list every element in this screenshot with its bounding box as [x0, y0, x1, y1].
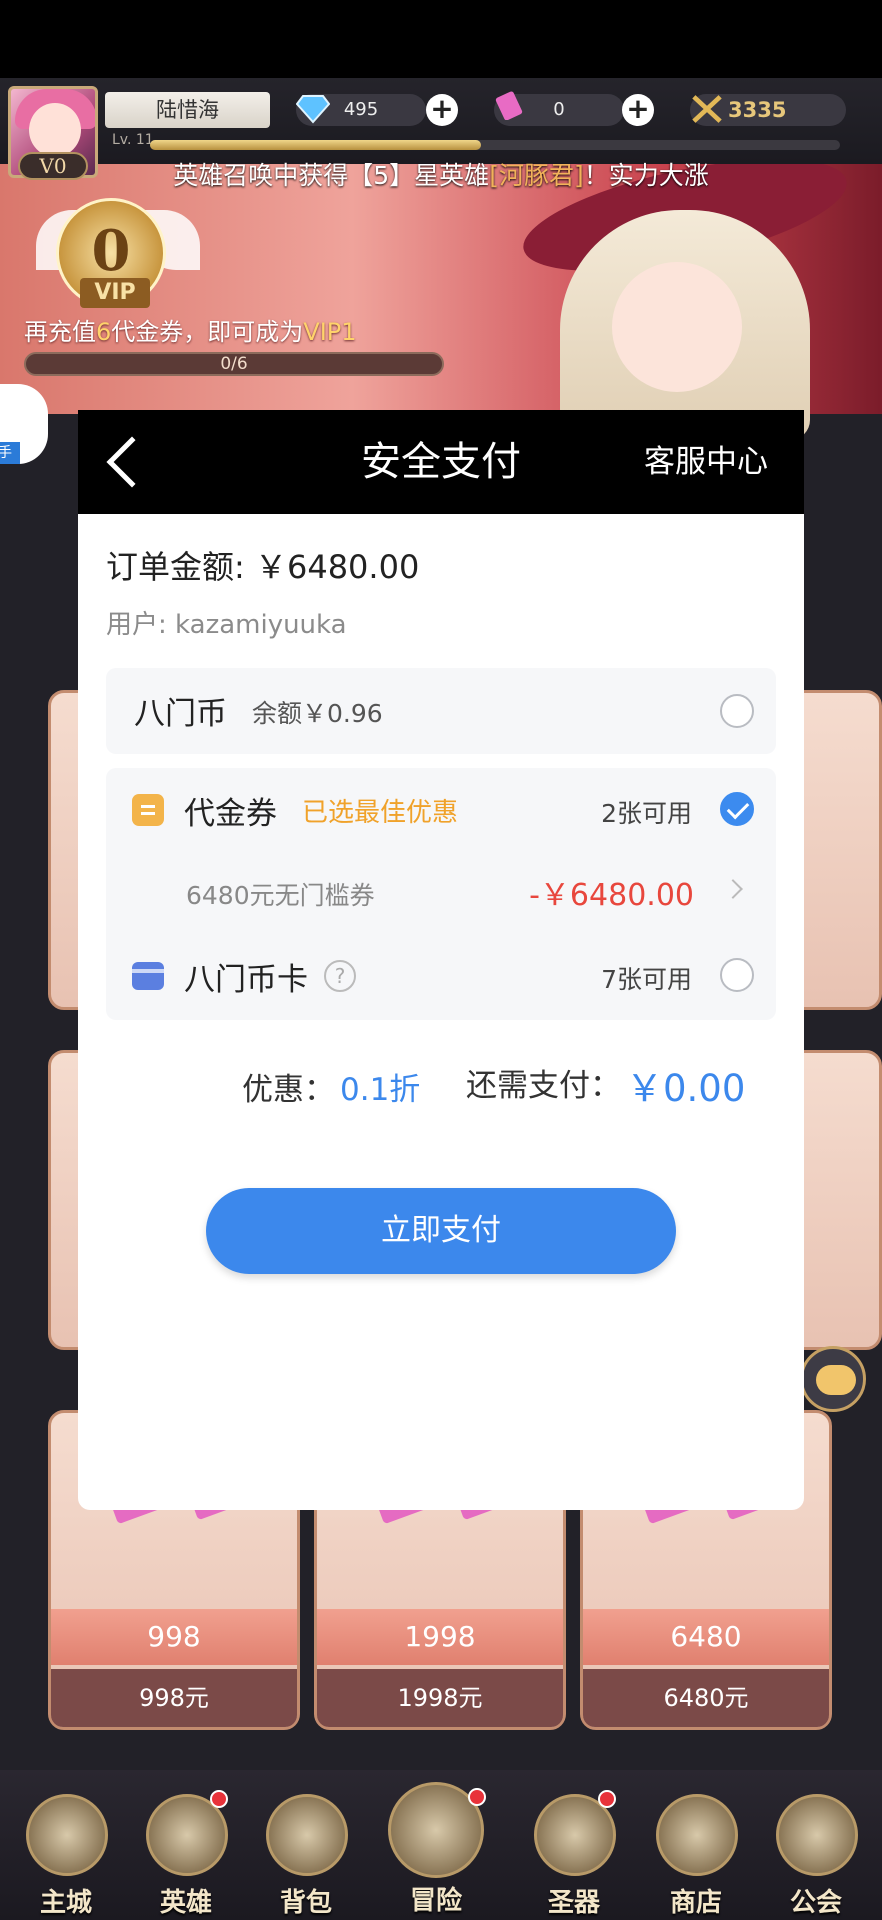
user-label: 用户: [106, 610, 167, 640]
nav-label: 公会 [789, 1888, 842, 1918]
payment-modal: 安全支付 客服中心 订单金额: ￥6480.00 用户: kazamiyuuka… [78, 410, 804, 1510]
shop-card-tickets: 6480 [583, 1609, 829, 1665]
order-amount-value: ￥6480.00 [254, 548, 420, 586]
bamen-card-radio[interactable] [720, 958, 754, 992]
guild-shield-icon [776, 1794, 858, 1876]
shop-card-price: 998元 [51, 1669, 297, 1727]
bamen-coin-option[interactable]: 八门币 余额￥0.96 [106, 668, 776, 754]
shop-card-price: 6480元 [583, 1669, 829, 1727]
voucher-available: 2张可用 [601, 799, 692, 828]
order-amount-label: 订单金额: [106, 548, 245, 586]
notification-dot [210, 1790, 228, 1808]
vip-label: VIP [80, 278, 150, 308]
player-name: 陆惜海 [105, 92, 270, 128]
notification-dot [468, 1788, 486, 1806]
bamen-coin-radio[interactable] [720, 694, 754, 728]
assistant-badge[interactable]: 手 [0, 384, 48, 464]
help-icon[interactable]: ? [324, 960, 356, 992]
announcement-ticker: 英雄召唤中获得【5】星英雄[河豚君]！实力大涨 [0, 156, 882, 192]
voucher-item-name[interactable]: 6480元无门槛券 [186, 876, 375, 912]
payment-header: 安全支付 客服中心 [78, 410, 804, 514]
exp-bar-fill [150, 140, 482, 150]
scale-icon [656, 1794, 738, 1876]
recharge-target: VIP1 [303, 318, 357, 346]
shop-card-tickets: 998 [51, 1609, 297, 1665]
user-info: 用户: kazamiyuuka [106, 604, 347, 641]
card-icon [132, 962, 164, 990]
nav-item-guild[interactable]: 公会 [766, 1782, 866, 1920]
assistant-badge-label: 手 [0, 442, 20, 464]
crossed-swords-icon [692, 95, 722, 123]
nav-label: 英雄 [159, 1888, 212, 1918]
customer-service-link[interactable]: 客服中心 [644, 410, 768, 514]
voucher-item-amount: -￥6480.00 [529, 878, 694, 913]
bamen-card-available: 7张可用 [601, 965, 692, 994]
exp-bar [150, 140, 840, 150]
nav-item-heroes[interactable]: 英雄 [136, 1782, 236, 1920]
remain-value: ￥0.00 [626, 1067, 746, 1110]
bamen-card-label: 八门币卡 [184, 962, 308, 998]
status-bar [0, 0, 882, 78]
nav-label: 冒险 [409, 1886, 462, 1916]
remain-label: 还需支付： [466, 1068, 621, 1104]
nav-label: 主城 [39, 1888, 92, 1918]
ticket-icon [495, 91, 523, 120]
backpack-icon [266, 1794, 348, 1876]
nav-item-adventure[interactable]: 冒险 [386, 1770, 486, 1916]
nav-item-main-city[interactable]: 主城 [16, 1782, 116, 1920]
discount-value: 0.1折 [340, 1072, 421, 1108]
recharge-mid: 代金券，即可成为 [111, 318, 304, 346]
nav-label: 背包 [279, 1888, 332, 1918]
avatar-face [29, 103, 81, 157]
bamen-coin-balance: 余额￥0.96 [252, 699, 383, 728]
hero-face-illustration [612, 262, 742, 392]
nav-item-artifact[interactable]: 圣器 [524, 1782, 624, 1920]
shop-card-tickets: 1998 [317, 1609, 563, 1665]
user-name: kazamiyuuka [175, 610, 347, 640]
chat-bubble-icon [816, 1365, 856, 1395]
player-level: Lv. 11 [112, 132, 154, 148]
chevron-right-icon[interactable] [723, 879, 743, 899]
ticker-hero: [河豚君] [489, 161, 584, 190]
voucher-panel: 代金券 已选最佳优惠 2张可用 6480元无门槛券 -￥6480.00 八门币卡… [106, 768, 776, 1020]
nav-item-shop[interactable]: 商店 [646, 1782, 746, 1920]
add-diamond-button[interactable]: + [426, 94, 458, 126]
voucher-radio[interactable] [720, 792, 754, 826]
game-screen: V0 陆惜海 Lv. 11 495 + 0 + 3335 英雄召唤中获得【5】星… [0, 0, 882, 1920]
shop-card-price: 1998元 [317, 1669, 563, 1727]
ticker-suffix: ！实力大涨 [583, 161, 709, 190]
discount-label: 优惠： [242, 1072, 335, 1108]
bamen-coin-label: 八门币 [134, 696, 227, 732]
voucher-icon [132, 794, 164, 826]
notification-dot [598, 1790, 616, 1808]
add-ticket-button[interactable]: + [622, 94, 654, 126]
order-amount: 订单金额: ￥6480.00 [106, 542, 419, 588]
diamond-icon [296, 95, 330, 124]
nav-label: 圣器 [547, 1888, 600, 1918]
pay-now-button[interactable]: 立即支付 [206, 1188, 676, 1274]
nav-label: 商店 [669, 1888, 722, 1918]
voucher-best-hint: 已选最佳优惠 [302, 798, 459, 828]
vip-progress-bar: 0/6 [24, 352, 444, 376]
chat-button[interactable] [800, 1346, 866, 1412]
recharge-amount: 6 [96, 318, 112, 346]
nav-item-backpack[interactable]: 背包 [256, 1782, 356, 1920]
recharge-prefix: 再充值 [24, 318, 96, 346]
vip-recharge-hint: 再充值6代金券，即可成为VIP1 [24, 312, 357, 347]
ticker-prefix: 英雄召唤中获得【5】星英雄 [173, 161, 490, 190]
voucher-label: 代金券 [184, 796, 277, 832]
castle-icon [26, 1794, 108, 1876]
